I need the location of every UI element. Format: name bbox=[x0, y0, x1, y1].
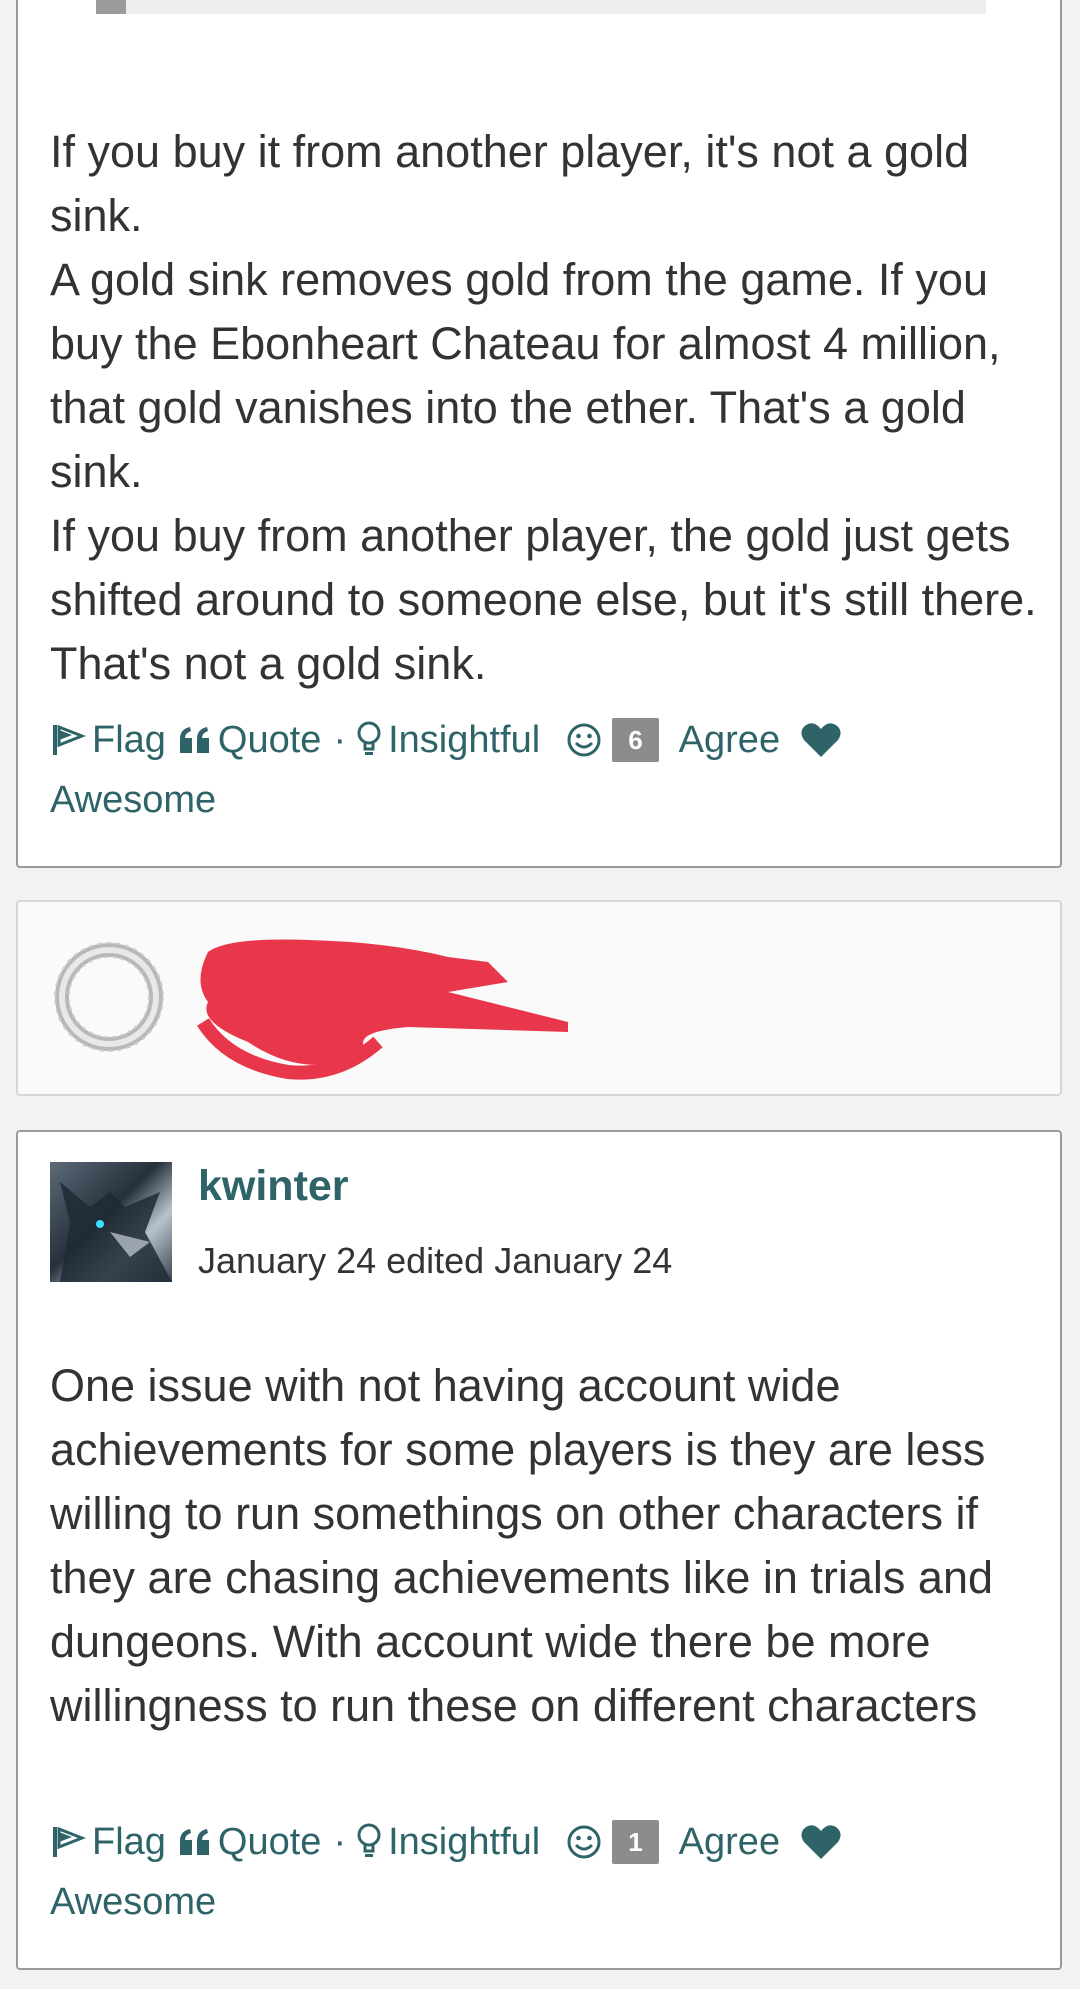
awesome-label[interactable]: Awesome bbox=[50, 1872, 216, 1932]
flag-icon bbox=[53, 1826, 86, 1857]
insightful-label: Insightful bbox=[388, 719, 541, 761]
heart-icon bbox=[801, 723, 841, 757]
flag-button[interactable]: Flag bbox=[50, 1812, 166, 1872]
agree-label: Agree bbox=[678, 1821, 781, 1863]
agree-button[interactable]: 6 Agree bbox=[566, 710, 780, 770]
smiley-icon bbox=[567, 1825, 601, 1859]
eso-ouroboros-icon bbox=[54, 942, 164, 1052]
scrollbar-handle[interactable] bbox=[96, 0, 126, 14]
comment-card-header bbox=[16, 900, 1062, 1096]
smiley-icon bbox=[567, 723, 601, 757]
author-name[interactable]: kwinter bbox=[198, 1162, 349, 1211]
wolf-avatar-image bbox=[60, 1182, 172, 1282]
separator-dot: · bbox=[333, 719, 347, 761]
flag-button[interactable]: Flag bbox=[50, 710, 166, 770]
quote-icon bbox=[179, 727, 209, 753]
comment-paragraph: If you buy from another player, the gold… bbox=[50, 510, 1037, 689]
agree-button[interactable]: 1 Agree bbox=[566, 1812, 780, 1872]
flag-label: Flag bbox=[92, 1821, 166, 1863]
quote-label: Quote bbox=[217, 1821, 322, 1863]
insightful-button[interactable]: Insightful bbox=[356, 710, 540, 770]
heart-icon bbox=[801, 1825, 841, 1859]
agree-count-badge: 1 bbox=[612, 1820, 659, 1864]
lightbulb-icon bbox=[357, 721, 381, 755]
redaction-scribble bbox=[197, 939, 568, 1080]
quote-button[interactable]: Quote bbox=[178, 710, 322, 770]
reaction-bar: Flag Quote · Insightful bbox=[50, 1812, 1040, 1932]
comment-paragraph: A gold sink removes gold from the game. … bbox=[50, 254, 1001, 497]
comment-paragraph: One issue with not having account wide a… bbox=[50, 1360, 994, 1731]
quote-icon bbox=[179, 1829, 209, 1855]
flag-label: Flag bbox=[92, 719, 166, 761]
comment-card: kwinter January 24 edited January 24 One… bbox=[16, 1130, 1062, 1970]
flag-icon bbox=[53, 724, 86, 755]
comment-paragraph: If you buy it from another player, it's … bbox=[50, 126, 970, 241]
quote-scrollbar[interactable] bbox=[96, 0, 986, 14]
comment-body: If you buy it from another player, it's … bbox=[50, 120, 1040, 696]
quote-label: Quote bbox=[217, 719, 322, 761]
insightful-label: Insightful bbox=[388, 1821, 541, 1863]
comment-card: If you buy it from another player, it's … bbox=[16, 0, 1062, 868]
comment-body: One issue with not having account wide a… bbox=[50, 1354, 1040, 1738]
awesome-heart-button[interactable] bbox=[800, 1823, 842, 1861]
agree-label: Agree bbox=[678, 719, 781, 761]
avatar[interactable] bbox=[50, 1162, 172, 1282]
awesome-heart-button[interactable] bbox=[800, 721, 842, 759]
awesome-label[interactable]: Awesome bbox=[50, 770, 216, 830]
post-date: January 24 edited January 24 bbox=[198, 1240, 673, 1281]
reaction-bar: Flag Quote · Insightful bbox=[50, 710, 1040, 830]
separator-dot: · bbox=[333, 1821, 347, 1863]
lightbulb-icon bbox=[357, 1823, 381, 1857]
agree-count-badge: 6 bbox=[612, 718, 659, 762]
insightful-button[interactable]: Insightful bbox=[356, 1812, 540, 1872]
quote-button[interactable]: Quote bbox=[178, 1812, 322, 1872]
